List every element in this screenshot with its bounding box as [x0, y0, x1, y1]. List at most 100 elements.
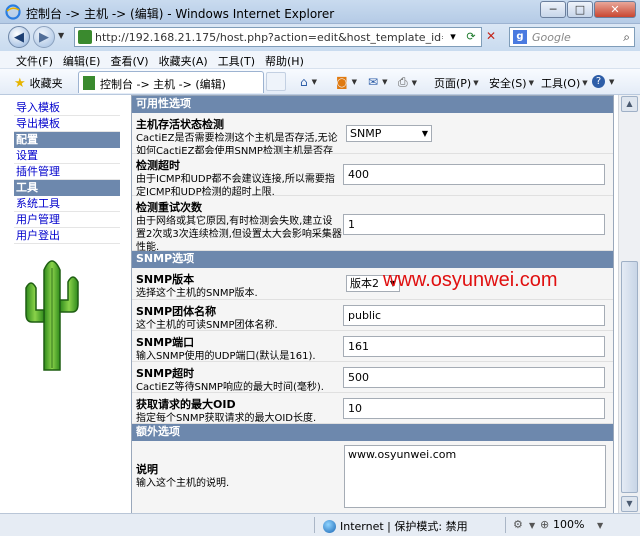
url-text[interactable]: http://192.168.21.175/host.php?action=ed…	[95, 31, 443, 44]
new-tab-button[interactable]	[266, 72, 286, 91]
sidebar-item-plugins[interactable]: 插件管理	[14, 164, 120, 180]
star-icon: ★	[14, 75, 26, 91]
favorites-button[interactable]: ★ 收藏夹	[14, 75, 63, 91]
field-desc: 指定每个SNMP获取请求的最大OID长度.	[136, 413, 317, 424]
stop-icon[interactable]: ✕	[486, 29, 496, 43]
window-controls: ─ □ ✕	[540, 1, 636, 18]
form-row-notes: 说明输入这个主机的说明. www.osyunwei.com	[132, 441, 613, 513]
history-dropdown-icon[interactable]: ▼	[58, 31, 64, 40]
maximize-button[interactable]: □	[567, 1, 593, 18]
page-menu[interactable]: 页面(P) ▼	[434, 75, 479, 91]
section-extra: 额外选项	[132, 424, 613, 441]
browser-tab[interactable]: 控制台 -> 主机 -> (编辑)	[78, 71, 264, 93]
vertical-scrollbar[interactable]: ▲ ▼	[618, 95, 640, 513]
sidebar-item-logout[interactable]: 用户登出	[14, 228, 120, 244]
scroll-thumb[interactable]	[621, 261, 638, 493]
form-row-max-oids: 获取请求的最大OID 指定每个SNMP获取请求的最大OID长度. 10	[132, 393, 613, 424]
sidebar-item-user-management[interactable]: 用户管理	[14, 212, 120, 228]
zoom-icon: ⊕	[540, 518, 550, 531]
help-button[interactable]: ? ▼	[592, 75, 614, 88]
ping-timeout-input[interactable]: 400	[343, 164, 605, 185]
down-detect-select[interactable]: SNMP ▼	[346, 125, 432, 142]
sidebar-item-system-tools[interactable]: 系统工具	[14, 196, 120, 212]
security-zone[interactable]: Internet | 保护模式: 禁用	[323, 518, 468, 534]
scroll-down-icon[interactable]: ▼	[621, 496, 638, 512]
sidebar-heading-tools: 工具	[14, 180, 120, 196]
refresh-icon[interactable]: ⟳	[463, 29, 479, 45]
search-box[interactable]: g Google ⌕	[509, 27, 635, 47]
cactus-logo-icon	[25, 260, 79, 371]
sidebar-item-settings[interactable]: 设置	[14, 148, 120, 164]
field-label: SNMP版本	[136, 273, 195, 286]
printer-icon: ⎙	[398, 75, 408, 89]
field-label: 主机存活状态检测	[136, 118, 224, 131]
search-icon[interactable]: ⌕	[623, 30, 630, 45]
feeds-button[interactable]: ◙ ▼	[336, 75, 357, 89]
field-desc: 选择这个主机的SNMP版本.	[136, 288, 258, 299]
menu-tools[interactable]: 工具(T)	[216, 51, 263, 68]
scroll-up-icon[interactable]: ▲	[621, 96, 638, 112]
notes-textarea[interactable]: www.osyunwei.com	[344, 445, 606, 508]
max-oids-input[interactable]: 10	[343, 398, 605, 419]
sidebar-item-import-template[interactable]: 导入模板	[14, 100, 120, 116]
form-row-snmp-community: SNMP团体名称 这个主机的可读SNMP团体名称. public	[132, 300, 613, 331]
tab-icon	[83, 76, 95, 90]
search-placeholder[interactable]: Google	[532, 31, 571, 44]
status-divider	[505, 517, 506, 533]
form-row-snmp-timeout: SNMP超时 CactiEZ等待SNMP响应的最大时间(毫秒). 500	[132, 362, 613, 393]
select-value: SNMP	[350, 127, 382, 140]
back-button[interactable]: ◀	[8, 26, 30, 48]
mail-icon: ✉	[368, 75, 379, 89]
forward-button[interactable]: ▶	[33, 26, 55, 48]
page-content: 导入模板 导出模板 配置 设置 插件管理 工具 系统工具 用户管理 用户登出 可…	[0, 95, 618, 513]
menu-edit[interactable]: 编辑(E)	[61, 51, 109, 68]
title-bar: 控制台 -> 主机 -> (编辑) - Windows Internet Exp…	[0, 0, 640, 24]
close-button[interactable]: ✕	[594, 1, 636, 18]
field-label: SNMP端口	[136, 336, 195, 349]
page-menu-label: 页面(P)	[434, 77, 472, 90]
menu-help[interactable]: 帮助(H)	[263, 51, 312, 68]
form-row-ping-retries: 检测重试次数 由于网络或其它原因,有时检测会失败,建立设置2次或3次连续检测,但设…	[132, 196, 613, 253]
tools-menu[interactable]: 工具(O) ▼	[541, 75, 588, 91]
url-dropdown-icon[interactable]: ▾	[445, 29, 461, 45]
favorites-bar: ★ 收藏夹 控制台 -> 主机 -> (编辑) ⌂ ▼ ◙ ▼ ✉ ▼ ⎙ ▼ 页面(P…	[0, 69, 640, 95]
tools-menu-label: 工具(O)	[541, 77, 581, 90]
rss-icon: ◙	[336, 75, 348, 89]
sidebar-heading-config: 配置	[14, 132, 120, 148]
snmp-community-input[interactable]: public	[343, 305, 605, 326]
home-icon: ⌂	[300, 75, 308, 89]
snmp-timeout-input[interactable]: 500	[343, 367, 605, 388]
field-desc: 输入这个主机的说明.	[136, 478, 230, 489]
snmp-port-input[interactable]: 161	[343, 336, 605, 357]
address-toolbar: ◀ ▶ ▼ http://192.168.21.175/host.php?act…	[0, 24, 640, 51]
address-field[interactable]: http://192.168.21.175/host.php?action=ed…	[74, 27, 482, 47]
field-label: 检测重试次数	[136, 201, 202, 214]
menu-view[interactable]: 查看(V)	[108, 51, 156, 68]
home-button[interactable]: ⌂ ▼	[300, 75, 317, 89]
sidebar-item-export-template[interactable]: 导出模板	[14, 116, 120, 132]
print-button[interactable]: ⎙ ▼	[398, 75, 417, 90]
field-label: 说明	[136, 463, 158, 476]
zoom-dropdown-icon[interactable]: ▼	[597, 521, 603, 530]
field-label: 检测超时	[136, 159, 180, 172]
safety-menu[interactable]: 安全(S) ▼	[489, 75, 534, 91]
field-label: 获取请求的最大OID	[136, 398, 236, 411]
zoom-level[interactable]: 100%	[553, 518, 584, 531]
menu-favorites[interactable]: 收藏夹(A)	[157, 51, 216, 68]
menu-file[interactable]: 文件(F)	[14, 51, 61, 68]
mail-button[interactable]: ✉ ▼	[368, 75, 387, 89]
ping-retries-input[interactable]: 1	[343, 214, 605, 235]
section-availability: 可用性选项	[132, 96, 613, 113]
sidebar: 导入模板 导出模板 配置 设置 插件管理 工具 系统工具 用户管理 用户登出	[14, 100, 120, 244]
tab-title: 控制台 -> 主机 -> (编辑)	[100, 78, 226, 91]
select-value: 版本2	[350, 277, 379, 290]
field-label: SNMP超时	[136, 367, 195, 380]
chevron-down-icon[interactable]: ▼	[529, 521, 535, 530]
form-row-ping-timeout: 检测超时 由于ICMP和UDP都不会建议连接,所以需要指定ICMP和UDP检测的超…	[132, 154, 613, 198]
minimize-button[interactable]: ─	[540, 1, 566, 18]
help-icon: ?	[592, 75, 605, 88]
settings-icon[interactable]: ⚙	[513, 518, 523, 531]
status-bar: Internet | 保护模式: 禁用 ⚙ ▼ ⊕ 100% ▼	[0, 513, 640, 536]
favorites-label: 收藏夹	[29, 77, 63, 90]
ie-logo-icon	[5, 4, 21, 20]
